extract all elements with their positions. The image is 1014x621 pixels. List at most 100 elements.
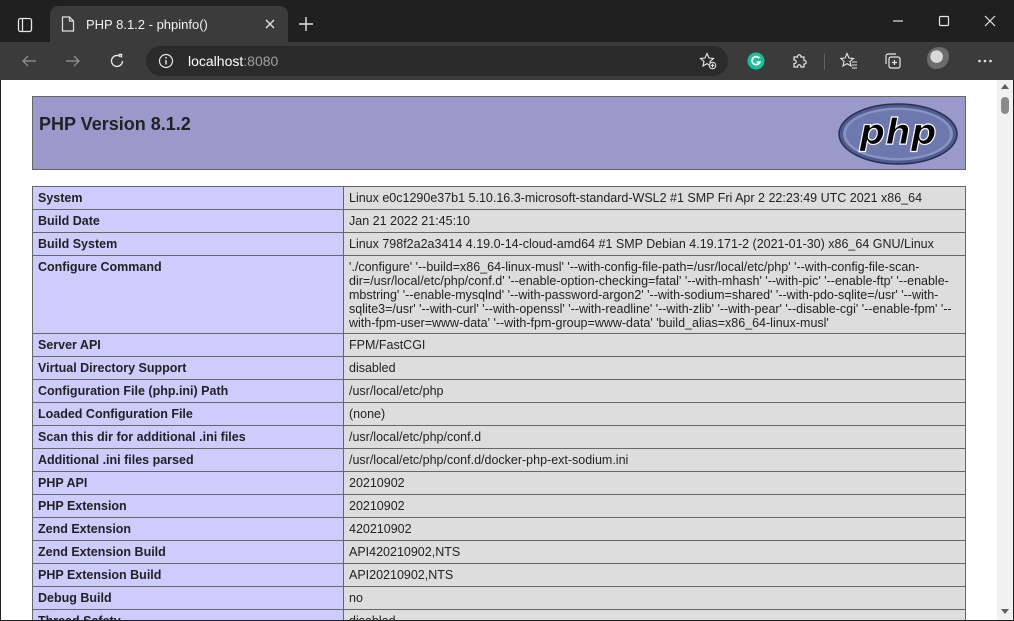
profile-avatar[interactable] <box>927 47 951 71</box>
table-row: Additional .ini files parsed/usr/local/e… <box>32 448 966 472</box>
browser-toolbar: localhost:8080 <box>0 42 1014 80</box>
table-row: Configure Command './configure' '--build=… <box>32 255 966 334</box>
row-key: Configure Command <box>32 255 344 334</box>
table-row: Thread Safetydisabled <box>32 609 966 620</box>
tab-strip: PHP 8.1.2 - phpinfo() <box>0 0 1014 42</box>
table-row: Virtual Directory Support disabled <box>32 356 966 380</box>
row-key: Additional .ini files parsed <box>32 448 344 472</box>
minimize-button[interactable] <box>875 0 921 42</box>
table-row: Build Date Jan 21 2022 21:45:10 <box>32 209 966 233</box>
row-key: Scan this dir for additional .ini files <box>32 425 344 449</box>
php-version-header: PHP Version 8.1.2 php <box>32 96 966 170</box>
favorites-button[interactable] <box>834 46 864 76</box>
row-value: disabled <box>343 609 966 620</box>
maximize-button[interactable] <box>921 0 967 42</box>
svg-text:php: php <box>858 112 936 153</box>
scroll-thumb[interactable] <box>1001 97 1009 114</box>
row-key: Thread Safety <box>32 609 344 620</box>
row-value: Linux 798f2a2a3414 4.19.0-14-cloud-amd64… <box>343 232 966 256</box>
table-row: Zend Extension 420210902 <box>32 517 966 541</box>
back-button[interactable] <box>14 46 44 76</box>
table-row: PHP Extension 20210902 <box>32 494 966 518</box>
row-key: PHP Extension Build <box>32 563 344 587</box>
site-info-icon[interactable] <box>158 53 174 69</box>
url-text[interactable]: localhost:8080 <box>188 53 696 69</box>
plus-icon <box>299 17 313 31</box>
row-value: (none) <box>343 402 966 426</box>
table-row: Debug Build no <box>32 586 966 610</box>
table-row: Zend Extension Build API420210902,NTS <box>32 540 966 564</box>
row-value: FPM/FastCGI <box>343 333 966 357</box>
table-row: Build System Linux 798f2a2a3414 4.19.0-14… <box>32 232 966 256</box>
table-row: Loaded Configuration File (none) <box>32 402 966 426</box>
row-value: /usr/local/etc/php/conf.d/docker-php-ext… <box>343 448 966 472</box>
address-bar[interactable]: localhost:8080 <box>146 46 728 76</box>
back-arrow-icon <box>22 55 36 67</box>
row-value: API20210902,NTS <box>343 563 966 587</box>
refresh-button[interactable] <box>102 46 132 76</box>
forward-button[interactable] <box>58 46 88 76</box>
browser-tab[interactable]: PHP 8.1.2 - phpinfo() <box>50 6 288 42</box>
scroll-down-arrow-icon[interactable] <box>1001 609 1009 614</box>
close-window-button[interactable] <box>967 0 1013 42</box>
row-key: Server API <box>32 333 344 357</box>
row-key: PHP API <box>32 471 344 495</box>
row-value: disabled <box>343 356 966 380</box>
vertical-scrollbar[interactable] <box>997 80 1013 620</box>
url-port: :8080 <box>243 53 279 69</box>
row-value: /usr/local/etc/php <box>343 379 966 403</box>
table-row: PHP Extension Build API20210902,NTS <box>32 563 966 587</box>
row-value: API420210902,NTS <box>343 540 966 564</box>
row-key: Debug Build <box>32 586 344 610</box>
table-row: Scan this dir for additional .ini files /… <box>32 425 966 449</box>
new-tab-button[interactable] <box>294 12 318 36</box>
table-row: Configuration File (php.ini) Path/usr/lo… <box>32 379 966 403</box>
add-favorite-icon[interactable] <box>696 49 720 73</box>
table-row: PHP API 20210902 <box>32 471 966 495</box>
row-key: Zend Extension Build <box>32 540 344 564</box>
row-value: 20210902 <box>343 471 966 495</box>
favorites-star-icon <box>840 52 857 69</box>
row-key: System <box>32 186 344 210</box>
row-key: Loaded Configuration File <box>32 402 344 426</box>
grammarly-icon <box>747 52 765 70</box>
more-dots-icon <box>978 59 992 63</box>
collections-icon <box>885 53 901 69</box>
tab-actions-button[interactable] <box>8 8 42 42</box>
row-value: no <box>343 586 966 610</box>
row-value: 420210902 <box>343 517 966 541</box>
page-title: PHP Version 8.1.2 <box>39 114 191 134</box>
row-key: PHP Extension <box>32 494 344 518</box>
table-row: System Linux e0c1290e37b1 5.10.16.3-micro… <box>32 186 966 210</box>
tab-close-icon[interactable] <box>260 14 280 34</box>
row-key: Build System <box>32 232 344 256</box>
close-icon <box>984 15 996 27</box>
refresh-icon <box>110 53 124 68</box>
row-value: './configure' '--build=x86_64-linux-musl… <box>343 255 966 334</box>
forward-arrow-icon <box>66 55 80 67</box>
table-row: Server API FPM/FastCGI <box>32 333 966 357</box>
puzzle-icon <box>793 54 807 68</box>
row-value: Linux e0c1290e37b1 5.10.16.3-microsoft-s… <box>343 186 966 210</box>
php-logo: php <box>838 103 958 165</box>
toolbar-separator <box>824 54 825 70</box>
settings-menu-button[interactable] <box>970 46 1000 76</box>
url-host: localhost <box>188 53 244 69</box>
collections-button[interactable] <box>878 46 908 76</box>
row-value: /usr/local/etc/php/conf.d <box>343 425 966 449</box>
scroll-up-arrow-icon[interactable] <box>1001 84 1009 89</box>
grammarly-extension-button[interactable] <box>741 46 771 76</box>
tab-actions-icon <box>17 17 33 33</box>
row-key: Zend Extension <box>32 517 344 541</box>
page-viewport: PHP Version 8.1.2 php System Linux e0c129… <box>1 80 1013 620</box>
minimize-icon <box>893 20 903 22</box>
row-key: Virtual Directory Support <box>32 356 344 380</box>
extensions-button[interactable] <box>785 46 815 76</box>
row-key: Configuration File (php.ini) Path <box>32 379 344 403</box>
row-value: 20210902 <box>343 494 966 518</box>
tab-title: PHP 8.1.2 - phpinfo() <box>86 16 208 32</box>
row-value: Jan 21 2022 21:45:10 <box>343 209 966 233</box>
phpinfo-table: System Linux e0c1290e37b1 5.10.16.3-micro… <box>32 186 966 620</box>
row-key: Build Date <box>32 209 344 233</box>
page-favicon-icon <box>60 16 76 32</box>
